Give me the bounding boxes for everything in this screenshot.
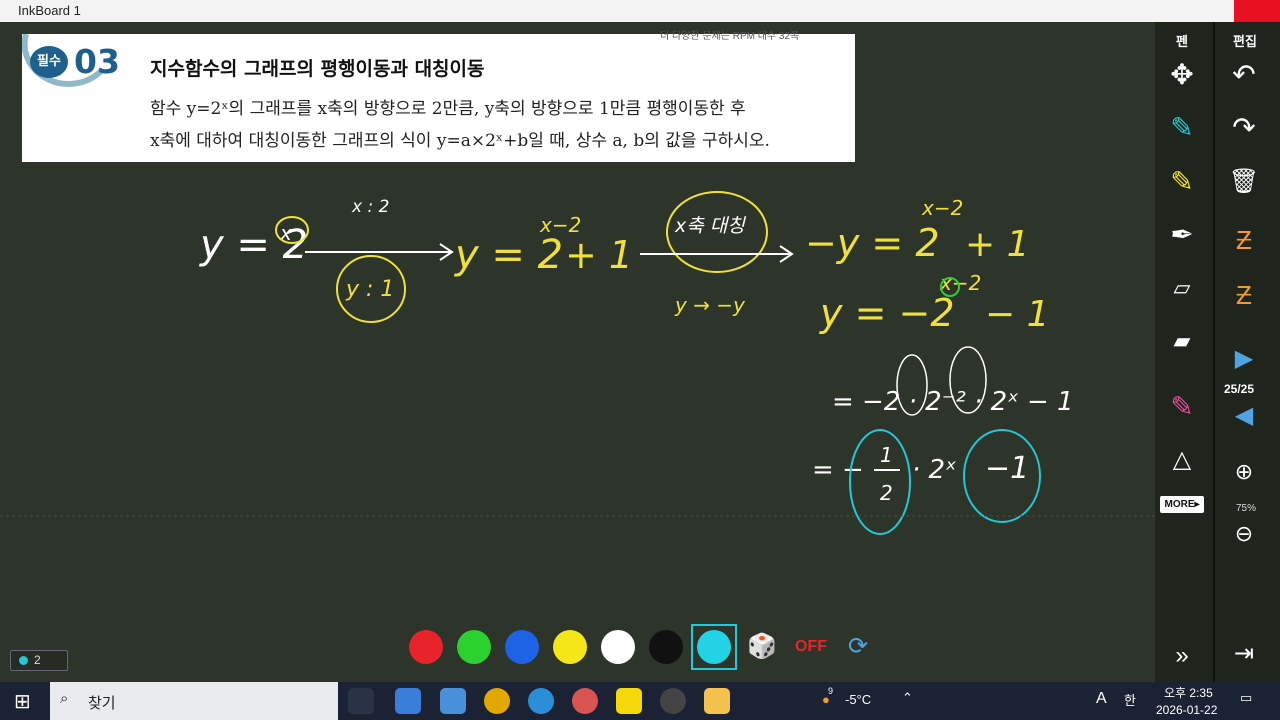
task-view-icon[interactable] <box>348 688 374 714</box>
zoom-in-icon[interactable]: ⊕ <box>1222 450 1266 494</box>
color-blue-swatch <box>505 630 539 664</box>
hw-step4e: −1 <box>985 451 1029 486</box>
tray-chevron-icon[interactable]: ⌃ <box>902 690 913 706</box>
search-placeholder: 찾기 <box>88 695 116 712</box>
hw-shift-x: x : 2 <box>351 197 389 217</box>
language-indicator[interactable]: A <box>1096 690 1107 708</box>
page-indicator[interactable]: 2 <box>10 650 68 671</box>
hw-step2: y = −2 <box>819 291 955 335</box>
pen-label: 펜 <box>1176 35 1188 50</box>
more-button[interactable]: MORE▸ <box>1160 496 1204 513</box>
ime-indicator[interactable]: 한 <box>1124 690 1136 709</box>
hw-result1-plus: + 1 <box>565 233 633 277</box>
color-yellow-swatch <box>553 630 587 664</box>
color-cyan[interactable] <box>691 624 737 670</box>
hw-shift-y: y : 1 <box>345 277 394 302</box>
color-green[interactable] <box>451 624 497 670</box>
hw-step4a: = − <box>812 455 864 485</box>
hw-step3: = −2 · 2⁻² · 2ˣ − 1 <box>832 387 1074 417</box>
brush-icon[interactable]: ✒ <box>1160 213 1204 257</box>
pen-icon[interactable]: ✎ <box>1160 106 1204 150</box>
shapes-icon[interactable]: △ <box>1160 438 1204 482</box>
hw-neg-exp: x−2 <box>921 196 963 220</box>
hw-step2-minus: − 1 <box>985 294 1050 335</box>
clock-date[interactable]: 2026-01-22 <box>1156 703 1217 717</box>
search-icon: ⌕ <box>60 690 69 707</box>
highlighter-icon[interactable]: ✎ <box>1160 160 1204 204</box>
edge-icon[interactable] <box>528 688 554 714</box>
redo-icon[interactable]: ↷ <box>1222 106 1266 150</box>
color-cyan-swatch <box>697 630 731 664</box>
hw-step4b: 1 <box>880 443 893 467</box>
page-indicator-number: 2 <box>34 653 41 667</box>
color-black-swatch <box>649 630 683 664</box>
file-explorer-icon[interactable] <box>704 688 730 714</box>
hw-step4d: · 2ˣ <box>912 455 957 485</box>
hw-neg-eq: −y = 2 <box>805 221 940 265</box>
close-button[interactable] <box>1234 0 1280 22</box>
page-indicator-dot <box>19 656 28 665</box>
color-red-swatch <box>409 630 443 664</box>
refresh-icon[interactable]: ⟳ <box>836 625 880 669</box>
chrome-icon[interactable] <box>484 688 510 714</box>
weather-temp: -5°C <box>845 692 872 707</box>
area-eraser-icon[interactable]: ▰ <box>1160 319 1204 363</box>
color-yellow[interactable] <box>547 624 593 670</box>
hw-result1: y = 2 <box>454 232 563 278</box>
color-blue[interactable] <box>499 624 545 670</box>
photos-icon[interactable] <box>440 688 466 714</box>
app-icon[interactable] <box>572 688 598 714</box>
edit-label: 편집 <box>1233 35 1257 50</box>
new-page-icon[interactable]: Ƶ <box>1222 218 1266 262</box>
color-picker-icon[interactable]: ✎ <box>1160 385 1204 429</box>
hw-reflect-label: x축 대칭 <box>674 215 746 237</box>
page-list-icon[interactable]: Ƶ <box>1222 273 1266 317</box>
windows-start-icon[interactable]: ⊞ <box>14 689 31 714</box>
hw-reflect-rule: y → −y <box>674 293 746 317</box>
notification-icon[interactable]: ▭ <box>1240 690 1252 706</box>
handwriting-layer: y = 2 x x : 2 y : 1 y = 2 x−2 + 1 y → −y… <box>0 191 1155 535</box>
toolbar-separator <box>1213 22 1215 682</box>
color-white-swatch <box>601 630 635 664</box>
kakaotalk-icon[interactable] <box>616 688 642 714</box>
hw-arrow-2 <box>640 245 794 263</box>
weather-badge: 9 <box>828 686 834 696</box>
color-white[interactable] <box>595 624 641 670</box>
move-icon[interactable]: ✥ <box>1160 53 1204 97</box>
hw-step2-exp: x−2 <box>939 271 981 295</box>
media-player-icon[interactable] <box>660 688 686 714</box>
color-red[interactable] <box>403 624 449 670</box>
undo-icon[interactable]: ↶ <box>1222 53 1266 97</box>
zoom-out-icon[interactable]: ⊖ <box>1222 512 1266 556</box>
dice-icon[interactable]: 🎲 <box>740 625 784 669</box>
color-green-swatch <box>457 630 491 664</box>
exit-icon[interactable]: ⇥ <box>1222 632 1266 676</box>
collapse-icon[interactable]: » <box>1160 634 1204 678</box>
hw-neg-plus: + 1 <box>965 224 1030 265</box>
taskbar-search[interactable]: ⌕ 찾기 <box>50 682 338 720</box>
timer-off-icon[interactable]: OFF <box>789 625 833 669</box>
copilot-icon[interactable] <box>395 688 421 714</box>
hw-step4c: 2 <box>880 481 893 505</box>
prev-page-icon[interactable]: ◀ <box>1222 394 1266 438</box>
trash-icon[interactable]: 🗑 <box>1222 160 1266 204</box>
next-page-icon[interactable]: ▶ <box>1222 337 1266 381</box>
color-black[interactable] <box>643 624 689 670</box>
eraser-icon[interactable]: ▱ <box>1160 266 1204 310</box>
clock-time[interactable]: 오후 2:35 <box>1164 684 1213 701</box>
